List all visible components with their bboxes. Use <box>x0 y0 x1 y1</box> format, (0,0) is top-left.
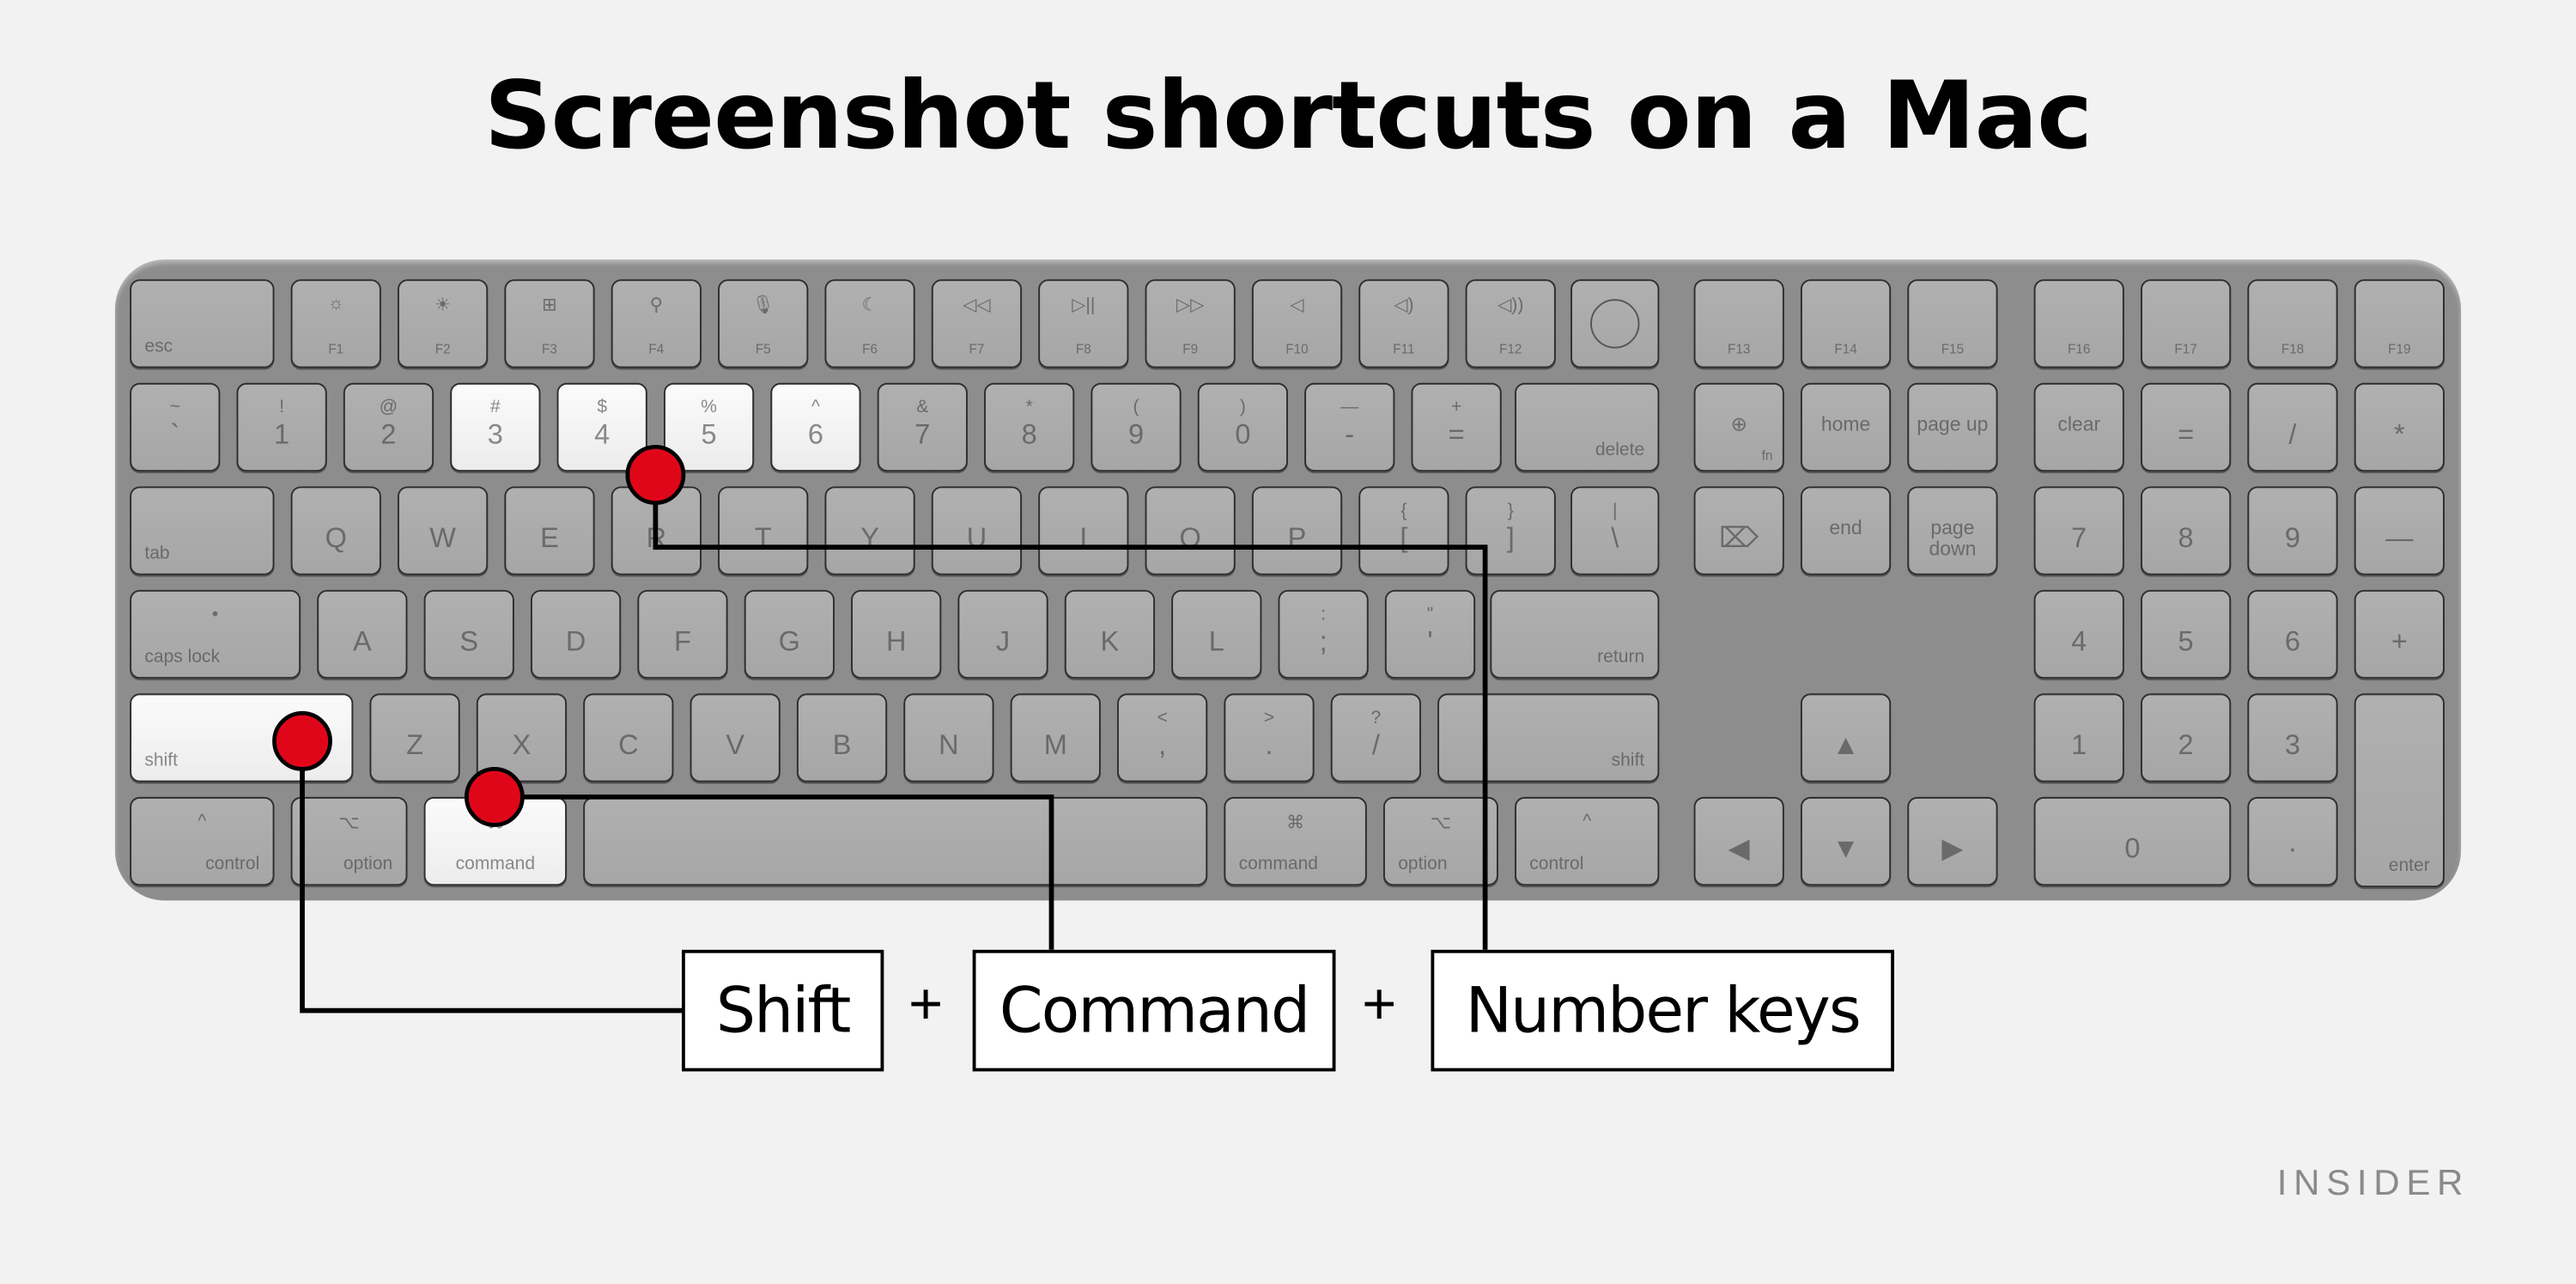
shift-label-box: Shift <box>682 949 884 1072</box>
number-keys-label-box: Number keys <box>1431 949 1895 1072</box>
command-connector <box>494 794 1054 950</box>
plus-sign: + <box>908 969 944 1038</box>
command-key-marker <box>464 767 525 827</box>
number-keys-connector <box>653 474 1488 950</box>
insider-logo: INSIDER <box>2276 1161 2470 1203</box>
number-key-marker <box>625 445 686 505</box>
infographic: Screenshot shortcuts on a Mac esc ☼ F1 ☀ F2 ⊞… <box>0 0 2576 1283</box>
plus-sign: + <box>1362 969 1397 1038</box>
command-label-box: Command <box>972 949 1336 1072</box>
shift-key-marker <box>272 710 332 771</box>
connector-lines <box>272 445 1488 1013</box>
